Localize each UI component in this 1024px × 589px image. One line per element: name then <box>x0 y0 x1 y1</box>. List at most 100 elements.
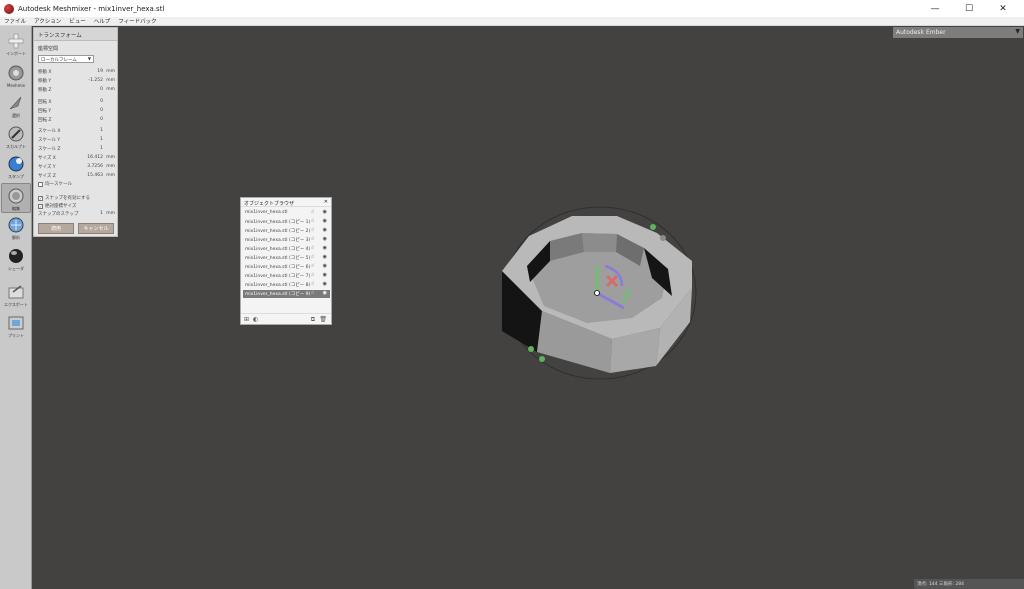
scale-handle-right[interactable] <box>660 235 666 241</box>
list-item[interactable]: mix1inver_hexa.stl (コピー 4) ☝ ◉ <box>243 245 330 253</box>
hand-icon[interactable]: ☝ <box>311 281 314 287</box>
snap-enable-checkbox[interactable]: ✓ スナップを有効にする <box>38 194 90 202</box>
tool-select[interactable]: 選択 <box>1 91 31 121</box>
hand-icon[interactable]: ☝ <box>311 290 314 296</box>
field-size-z[interactable]: サイズ Z 15.463 mm <box>38 172 115 180</box>
field-unit: mm <box>106 173 115 178</box>
field-value[interactable]: 3.7256 <box>87 164 103 169</box>
coord-space-select[interactable]: ローカルフレーム ▼ <box>38 55 94 63</box>
gizmo-center[interactable] <box>594 290 600 296</box>
maximize-button[interactable]: ☐ <box>952 0 986 17</box>
hand-icon[interactable]: ☝ <box>311 236 314 242</box>
list-item[interactable]: mix1inver_hexa.stl (コピー 6) ☝ ◉ <box>243 263 330 271</box>
trash-icon[interactable]: 🗑 <box>319 316 327 323</box>
list-item[interactable]: mix1inver_hexa.stl (コピー 1) ☝ ◉ <box>243 218 330 226</box>
list-item[interactable]: mix1inver_hexa.stl (コピー 2) ☝ ◉ <box>243 227 330 235</box>
world-size-checkbox[interactable]: ✓ 絶対座標サイズ <box>38 202 76 210</box>
field-snap-step[interactable]: スナップのステップ 1 mm <box>38 210 115 218</box>
hand-icon[interactable]: ☝ <box>311 218 314 224</box>
hand-icon[interactable]: ☝ <box>311 209 314 215</box>
field-value[interactable]: 1 <box>100 211 103 216</box>
eye-icon[interactable]: ◉ <box>323 245 327 251</box>
field-value[interactable]: 1 <box>100 146 103 151</box>
menu-action[interactable]: アクション <box>30 17 65 25</box>
tool-print[interactable]: プリント <box>1 311 31 341</box>
eye-icon[interactable]: ◉ <box>323 227 327 233</box>
object-name: mix1inver_hexa.stl (コピー 4) <box>245 247 311 252</box>
eye-icon[interactable]: ◉ <box>323 290 327 296</box>
checkbox-box[interactable]: ✓ <box>38 195 43 201</box>
menu-feedback[interactable]: フィードバック <box>114 17 160 25</box>
close-icon[interactable]: ✕ <box>324 199 328 205</box>
eye-icon[interactable]: ◉ <box>323 209 327 215</box>
tool-export[interactable]: エクスポート <box>1 280 31 310</box>
hand-icon[interactable]: ☝ <box>311 263 314 269</box>
checkbox-box[interactable]: ✓ <box>38 203 43 209</box>
field-value[interactable]: 0 <box>100 117 103 122</box>
minimize-button[interactable]: — <box>918 0 952 17</box>
3d-viewport[interactable] <box>32 26 1024 589</box>
field-value[interactable]: -1.252 <box>88 78 103 83</box>
separate-icon[interactable]: ◐ <box>253 316 258 323</box>
menu-view[interactable]: ビュー <box>65 17 90 25</box>
tool-shader[interactable]: シェーダ <box>1 244 31 274</box>
checkbox-box[interactable] <box>38 181 43 187</box>
field-scale-z[interactable]: スケール Z 1 <box>38 145 115 153</box>
list-item-selected[interactable]: mix1inver_hexa.stl (コピー 9) ☝ ◉ <box>243 290 330 298</box>
close-button[interactable]: ✕ <box>986 0 1020 17</box>
menu-help[interactable]: ヘルプ <box>90 17 115 25</box>
eye-icon[interactable]: ◉ <box>323 236 327 242</box>
field-move-y[interactable]: 移動 Y -1.252 mm <box>38 77 115 85</box>
tool-stamp[interactable]: スタンプ <box>1 152 31 182</box>
scene-canvas[interactable] <box>32 26 1024 589</box>
field-value[interactable]: 0 <box>100 87 103 92</box>
field-size-x[interactable]: サイズ X 16.412 mm <box>38 154 115 162</box>
field-size-y[interactable]: サイズ Y 3.7256 mm <box>38 163 115 171</box>
tool-meshmix[interactable]: Meshmix <box>1 61 31 91</box>
field-value[interactable]: 1 <box>100 137 103 142</box>
field-scale-x[interactable]: スケール X 1 <box>38 127 115 135</box>
cancel-button[interactable]: キャンセル <box>78 223 114 234</box>
duplicate-icon[interactable]: ⧉ <box>311 316 315 324</box>
tool-analysis[interactable]: 解析 <box>1 213 31 243</box>
apply-button[interactable]: 適用 <box>38 223 74 234</box>
field-rotate-z[interactable]: 回転 Z 0 <box>38 116 115 124</box>
eye-icon[interactable]: ◉ <box>323 218 327 224</box>
eye-icon[interactable]: ◉ <box>323 281 327 287</box>
list-item[interactable]: mix1inver_hexa.stl (コピー 5) ☝ ◉ <box>243 254 330 262</box>
field-move-x[interactable]: 移動 X 19 mm <box>38 68 115 76</box>
field-value[interactable]: 0 <box>100 108 103 113</box>
chevron-down-icon[interactable]: ▼ <box>1015 28 1020 35</box>
eye-icon[interactable]: ◉ <box>323 272 327 278</box>
eye-icon[interactable]: ◉ <box>323 254 327 260</box>
field-value[interactable]: 1 <box>100 128 103 133</box>
hand-icon[interactable]: ☝ <box>311 227 314 233</box>
list-item[interactable]: mix1inver_hexa.stl (コピー 3) ☝ ◉ <box>243 236 330 244</box>
field-rotate-x[interactable]: 回転 X 0 <box>38 98 115 106</box>
menu-file[interactable]: ファイル <box>0 17 30 25</box>
uniform-scale-checkbox[interactable]: 均一スケール <box>38 180 72 188</box>
eye-icon[interactable]: ◉ <box>323 263 327 269</box>
ember-panel[interactable]: Autodesk Ember ▼ <box>893 27 1023 38</box>
hand-icon[interactable]: ☝ <box>311 272 314 278</box>
hand-icon[interactable]: ☝ <box>311 245 314 251</box>
list-item[interactable]: mix1inver_hexa.stl ☝ ◉ <box>243 209 330 217</box>
scale-handle-top-right[interactable] <box>650 224 656 230</box>
scale-handle-bottom[interactable] <box>539 356 545 362</box>
tool-import[interactable]: インポート <box>1 29 31 59</box>
field-value[interactable]: 16.412 <box>87 155 103 160</box>
field-move-z[interactable]: 移動 Z 0 mm <box>38 86 115 94</box>
field-value[interactable]: 0 <box>100 99 103 104</box>
list-item[interactable]: mix1inver_hexa.stl (コピー 8) ☝ ◉ <box>243 281 330 289</box>
list-item[interactable]: mix1inver_hexa.stl (コピー 7) ☝ ◉ <box>243 272 330 280</box>
field-value[interactable]: 15.463 <box>87 173 103 178</box>
field-rotate-y[interactable]: 回転 Y 0 <box>38 107 115 115</box>
combine-icon[interactable]: ⊞ <box>244 316 249 323</box>
field-value[interactable]: 19 <box>97 69 103 74</box>
tool-label: シェーダ <box>8 266 24 271</box>
tool-edit[interactable]: 編集 <box>1 183 31 213</box>
tool-sculpt[interactable]: スカルプト <box>1 122 31 152</box>
scale-handle-bottom-left[interactable] <box>528 346 534 352</box>
field-scale-y[interactable]: スケール Y 1 <box>38 136 115 144</box>
hand-icon[interactable]: ☝ <box>311 254 314 260</box>
